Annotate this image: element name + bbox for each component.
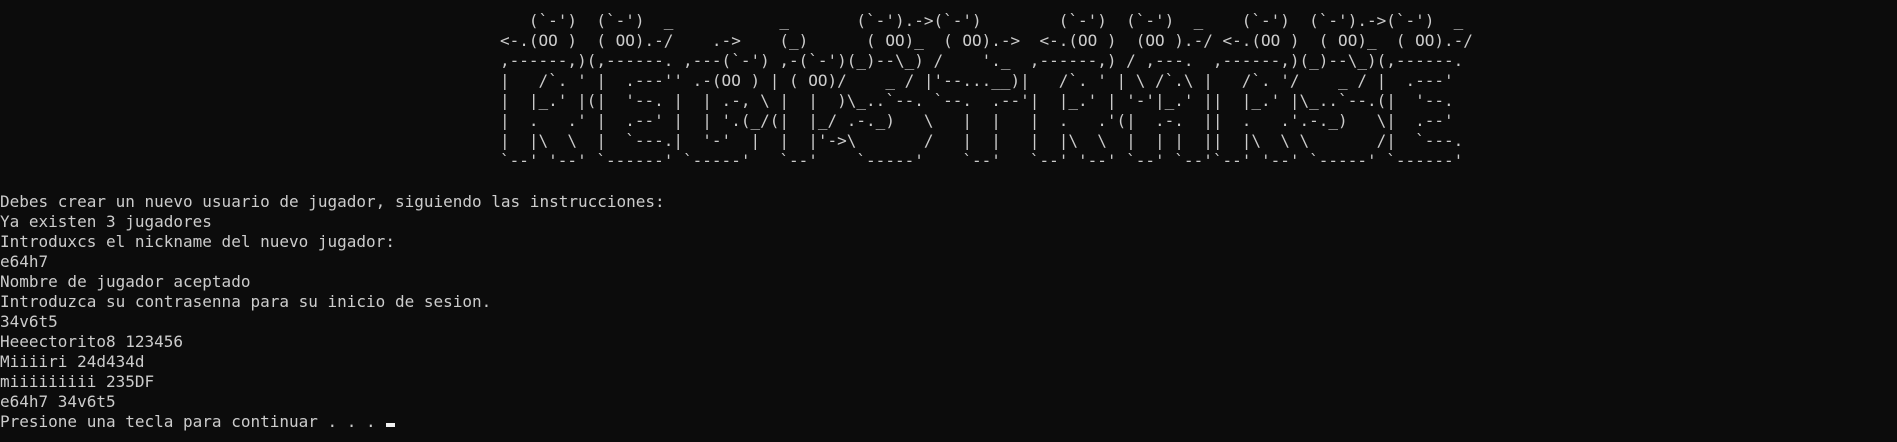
output-line: Miiiiri 24d434d — [0, 352, 145, 371]
prompt-line: Presione una tecla para continuar . . . — [0, 412, 665, 432]
output-line: e64h7 34v6t5 — [0, 392, 116, 411]
output-line: Introduxcs el nickname del nuevo jugador… — [0, 232, 395, 251]
output-line: 34v6t5 — [0, 312, 58, 331]
banner-line: | |\ \ | `---.| '-' | | |'->\ / | | | |\… — [500, 131, 1473, 150]
text-cursor[interactable] — [386, 423, 396, 427]
output-line: Heeectorito8 123456 — [0, 332, 184, 351]
banner-line: | /`. ' | .---'' .-(OO ) | ( OO)/ _ / |'… — [500, 71, 1464, 90]
console-window[interactable]: (`-') (`-') _ _ (`-').->(`-') (`-') (`-'… — [0, 0, 1897, 442]
banner-line: `--' '--' `------' `-----' `--' `-----' … — [500, 151, 1473, 170]
banner-line: | |_.' |(| '--. | | .-, \ | | )\_..`--. … — [500, 91, 1473, 110]
ascii-art-banner: (`-') (`-') _ _ (`-').->(`-') (`-') (`-'… — [500, 11, 1483, 171]
banner-line: ,------,)(,------. ,---(`-') ,-(`-')(_)-… — [500, 51, 1473, 70]
banner-line: <-.(OO ) ( OO).-/ .-> (_) ( OO)_ ( OO).-… — [500, 31, 1483, 50]
console-output: Debes crear un nuevo usuario de jugador,… — [0, 192, 665, 432]
banner-line: (`-') (`-') _ _ (`-').->(`-') (`-') (`-'… — [500, 11, 1473, 30]
continue-prompt: Presione una tecla para continuar . . . — [0, 412, 386, 431]
output-line: Debes crear un nuevo usuario de jugador,… — [0, 192, 665, 211]
output-line: Introduzca su contrasenna para su inicio… — [0, 292, 492, 311]
output-line: e64h7 — [0, 252, 49, 271]
banner-line: | . .' | .--' | | '.(_/(| |_/ .-._) \ | … — [500, 111, 1473, 130]
output-line: Ya existen 3 jugadores — [0, 212, 212, 231]
output-line: Nombre de jugador aceptado — [0, 272, 251, 291]
output-line: miiiiiiiii 235DF — [0, 372, 155, 391]
